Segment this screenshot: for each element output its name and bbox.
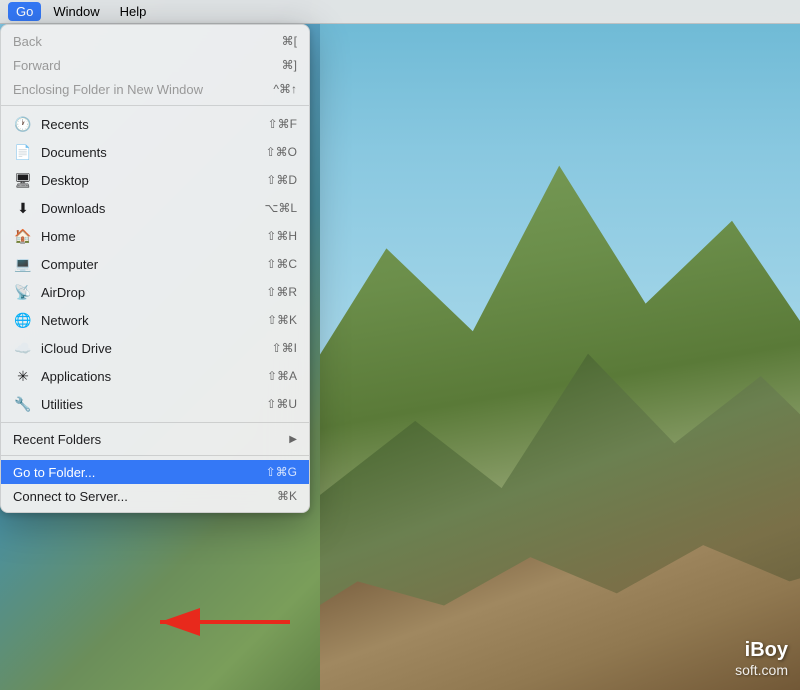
utilities-icon: 🔧 (13, 394, 33, 414)
menu-item-applications[interactable]: ✳ Applications ⇧⌘A (1, 362, 309, 390)
menu-item-connect-server[interactable]: Connect to Server... ⌘K (1, 484, 309, 508)
separator-2 (1, 422, 309, 423)
menu-item-home[interactable]: 🏠 Home ⇧⌘H (1, 222, 309, 250)
menu-item-back[interactable]: Back ⌘[ (1, 29, 309, 53)
menu-item-recents[interactable]: 🕐 Recents ⇧⌘F (1, 110, 309, 138)
desktop-icon: 🖥 (13, 170, 33, 190)
menubar: Go Window Help (0, 0, 800, 24)
menubar-window[interactable]: Window (45, 2, 107, 21)
menu-item-recent-folders[interactable]: Recent Folders (1, 427, 309, 451)
watermark-soft: soft.com (735, 662, 788, 678)
watermark-iboy: iBoy (745, 639, 788, 662)
applications-icon: ✳ (13, 366, 33, 386)
mountain-scene (320, 0, 800, 690)
menu-item-airdrop[interactable]: 📡 AirDrop ⇧⌘R (1, 278, 309, 306)
separator-1 (1, 105, 309, 106)
menu-item-icloud[interactable]: ☁️ iCloud Drive ⇧⌘I (1, 334, 309, 362)
menu-item-enclosing[interactable]: Enclosing Folder in New Window ^⌘↑ (1, 77, 309, 101)
menu-item-documents[interactable]: 📄 Documents ⇧⌘O (1, 138, 309, 166)
menu-item-desktop[interactable]: 🖥 Desktop ⇧⌘D (1, 166, 309, 194)
menu-item-downloads[interactable]: ⬇ Downloads ⌥⌘L (1, 194, 309, 222)
watermark: iBoy soft.com (735, 639, 788, 678)
icloud-icon: ☁️ (13, 338, 33, 358)
menubar-help[interactable]: Help (112, 2, 155, 21)
downloads-icon: ⬇ (13, 198, 33, 218)
home-icon: 🏠 (13, 226, 33, 246)
menu-item-utilities[interactable]: 🔧 Utilities ⇧⌘U (1, 390, 309, 418)
go-menu-dropdown: Back ⌘[ Forward ⌘] Enclosing Folder in N… (0, 24, 310, 513)
computer-icon: 💻 (13, 254, 33, 274)
menu-item-goto-folder[interactable]: Go to Folder... ⇧⌘G (1, 460, 309, 484)
documents-icon: 📄 (13, 142, 33, 162)
menu-item-computer[interactable]: 💻 Computer ⇧⌘C (1, 250, 309, 278)
separator-3 (1, 455, 309, 456)
network-icon: 🌐 (13, 310, 33, 330)
menubar-go[interactable]: Go (8, 2, 41, 21)
airdrop-icon: 📡 (13, 282, 33, 302)
menu-item-forward[interactable]: Forward ⌘] (1, 53, 309, 77)
recents-icon: 🕐 (13, 114, 33, 134)
menu-item-network[interactable]: 🌐 Network ⇧⌘K (1, 306, 309, 334)
